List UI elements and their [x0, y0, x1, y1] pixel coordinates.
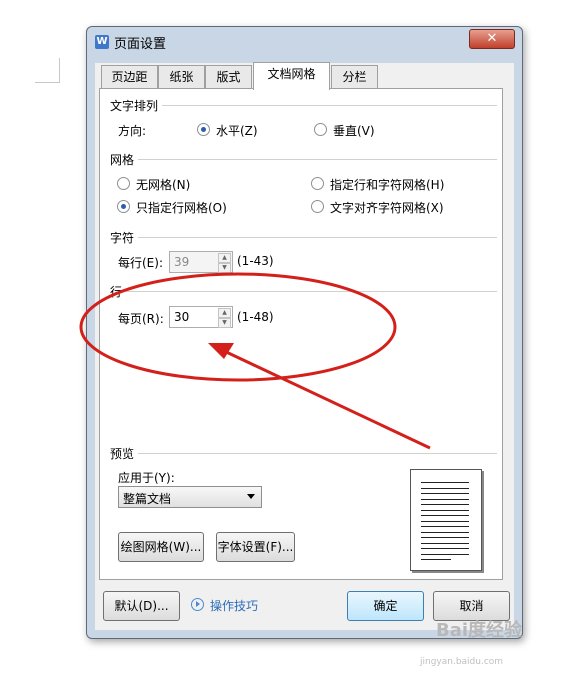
radio-horizontal[interactable] [197, 123, 210, 136]
stepper-down-icon[interactable]: ▼ [218, 318, 231, 328]
preview-line [421, 542, 469, 544]
preview-line [421, 515, 469, 516]
apply-to-select[interactable]: 整篇文档 [118, 486, 262, 508]
page-preview-thumbnail [410, 469, 482, 571]
snap-to-char-grid-label[interactable]: 文字对齐字符网格(X) [330, 199, 444, 216]
direction-label: 方向: [118, 124, 147, 138]
tab-document-grid[interactable]: 文档网格 [253, 62, 330, 90]
section-grid: 网格 [110, 153, 135, 167]
divider [162, 105, 497, 106]
ok-button[interactable]: 确定 [347, 591, 424, 621]
app-icon: W [95, 35, 109, 49]
document-corner-mark [35, 58, 60, 83]
line-grid-only-label[interactable]: 只指定行网格(O) [136, 199, 227, 216]
lines-per-page-label: 每页(R): [118, 312, 164, 326]
preview-line [421, 531, 469, 533]
preview-line [421, 526, 469, 527]
radio-no-grid[interactable] [117, 177, 130, 190]
tab-panel: 文字排列 方向: 水平(Z) 垂直(V) 网格 无网格(N) 指定行和字符网格(… [99, 88, 503, 580]
preview-line [421, 548, 469, 549]
preview-line [421, 493, 469, 494]
section-lines: 行 [110, 285, 123, 299]
preview-line [421, 520, 469, 522]
preview-line [421, 537, 469, 538]
tips-link[interactable]: 操作技巧 [210, 597, 258, 614]
lines-per-page-stepper[interactable]: 30 ▲ ▼ [169, 306, 233, 328]
preview-line [421, 482, 469, 483]
stepper-down-icon: ▼ [218, 263, 231, 273]
dropdown-arrow-icon [247, 494, 255, 499]
radio-vertical[interactable] [314, 123, 327, 136]
horizontal-label[interactable]: 水平(Z) [216, 122, 258, 139]
section-preview: 预览 [110, 447, 135, 461]
preview-line [421, 553, 469, 555]
divider [126, 291, 497, 292]
radio-snap-to-char-grid[interactable] [311, 200, 324, 213]
radio-line-grid-only[interactable] [117, 200, 130, 213]
tab-columns[interactable]: 分栏 [331, 65, 378, 88]
watermark: Bai度经验 [436, 620, 523, 641]
lines-per-page-value[interactable]: 30 [174, 310, 189, 324]
chars-per-line-label: 每行(E): [118, 256, 163, 270]
apply-to-value: 整篇文档 [123, 492, 172, 506]
preview-line [421, 498, 469, 500]
section-chars: 字符 [110, 231, 135, 245]
default-button[interactable]: 默认(D)... [103, 591, 180, 621]
tab-layout[interactable]: 版式 [205, 65, 252, 88]
stepper-up-icon[interactable]: ▲ [218, 308, 231, 318]
window-title: 页面设置 [114, 37, 167, 52]
divider [138, 159, 497, 160]
dialog-client: 页边距 纸张 版式 文档网格 分栏 文字排列 方向: 水平(Z) 垂直(V) 网… [95, 62, 514, 630]
preview-line [421, 487, 469, 489]
preview-line [421, 559, 451, 560]
divider [138, 453, 497, 454]
close-button[interactable]: ✕ [469, 29, 515, 49]
preview-line [421, 504, 469, 505]
chars-per-line-value: 39 [174, 255, 190, 269]
font-settings-button[interactable]: 字体设置(F)... [216, 532, 295, 562]
tab-paper[interactable]: 纸张 [158, 65, 205, 88]
draw-grid-button[interactable]: 绘图网格(W)... [118, 532, 204, 562]
no-grid-label[interactable]: 无网格(N) [136, 176, 190, 193]
stepper-up-icon: ▲ [218, 253, 231, 263]
line-and-char-grid-label[interactable]: 指定行和字符网格(H) [330, 176, 444, 193]
watermark-url: jingyan.baidu.com [420, 657, 504, 667]
vertical-label[interactable]: 垂直(V) [333, 122, 375, 139]
title-bar[interactable]: W 页面设置 ✕ [87, 27, 522, 55]
divider [138, 237, 497, 238]
play-tips-icon[interactable] [191, 598, 204, 611]
chars-per-line-stepper: 39 ▲ ▼ [169, 251, 233, 273]
tab-margins[interactable]: 页边距 [101, 65, 158, 88]
section-text-layout: 文字排列 [110, 99, 159, 113]
preview-line [421, 509, 469, 511]
radio-line-and-char-grid[interactable] [311, 177, 324, 190]
lines-range: (1-48) [237, 310, 274, 324]
apply-to-label: 应用于(Y): [118, 471, 175, 485]
page-setup-dialog: W 页面设置 ✕ 页边距 纸张 版式 文档网格 分栏 文字排列 方向: 水平(Z… [86, 26, 523, 639]
chars-range: (1-43) [237, 254, 274, 268]
